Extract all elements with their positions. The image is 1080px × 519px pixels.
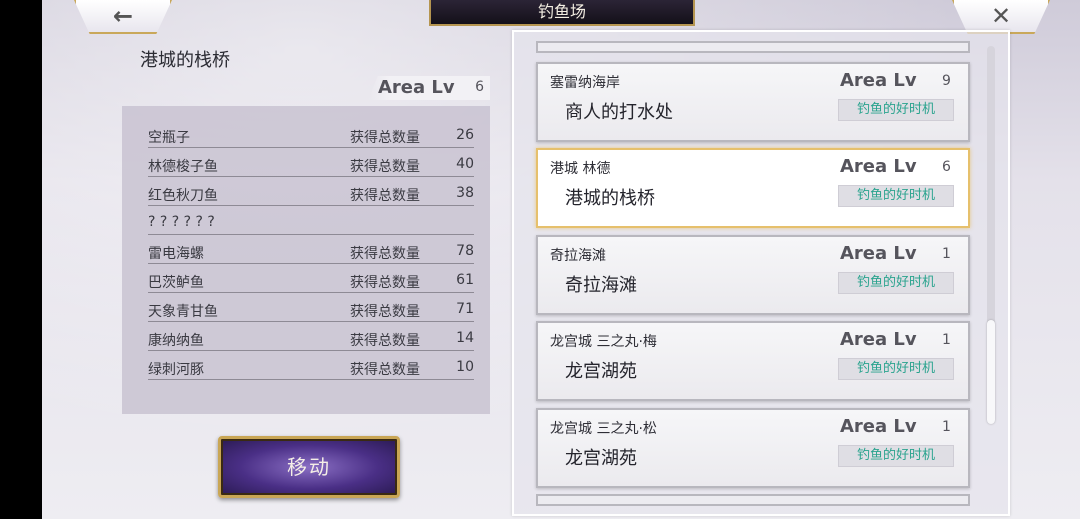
fish-count: 14 <box>456 330 474 346</box>
fish-name: 康纳纳鱼 <box>148 333 204 349</box>
list-item-partial[interactable] <box>536 494 970 506</box>
fishing-spot-card[interactable]: 龙宫城 三之丸·松 龙宫湖苑 Area Lv 1 钓鱼的好时机 <box>536 408 970 488</box>
fish-row: 雷电海螺 获得总数量 78 <box>148 239 474 264</box>
spot-area-lv: 6 <box>942 159 951 175</box>
good-time-badge: 钓鱼的好时机 <box>838 99 954 121</box>
fishing-spot-card-selected[interactable]: 港城 林德 港城的栈桥 Area Lv 6 钓鱼的好时机 <box>536 148 970 228</box>
fish-name: 巴茨鲈鱼 <box>148 275 204 291</box>
fish-row: 红色秋刀鱼 获得总数量 38 <box>148 181 474 206</box>
fishing-spot-card[interactable]: 龙宫城 三之丸·梅 龙宫湖苑 Area Lv 1 钓鱼的好时机 <box>536 321 970 401</box>
fish-name: 空瓶子 <box>148 130 190 146</box>
close-button[interactable]: ✕ <box>952 0 1050 34</box>
spot-place: 商人的打水处 <box>565 102 673 123</box>
fish-list-panel: 空瓶子 获得总数量 26 林德梭子鱼 获得总数量 40 红色秋刀鱼 获得总数量 … <box>122 106 490 414</box>
fish-name: 林德梭子鱼 <box>148 159 218 175</box>
spot-area-lv: 9 <box>942 73 951 89</box>
spot-place: 龙宫湖苑 <box>565 361 637 382</box>
fishing-spot-card[interactable]: 塞雷纳海岸 商人的打水处 Area Lv 9 钓鱼的好时机 <box>536 62 970 142</box>
move-button[interactable]: 移动 <box>218 436 400 498</box>
spot-area-lv: 1 <box>942 419 951 435</box>
good-time-badge: 钓鱼的好时机 <box>838 185 954 207</box>
area-lv-value: 6 <box>475 79 484 95</box>
fish-name: 天象青甘鱼 <box>148 304 218 320</box>
fish-count: 61 <box>456 272 474 288</box>
spot-place: 港城的栈桥 <box>565 188 655 209</box>
fish-row: 绿刺河豚 获得总数量 10 <box>148 355 474 380</box>
fish-count: 10 <box>456 359 474 375</box>
fish-name: 红色秋刀鱼 <box>148 188 218 204</box>
good-time-badge: 钓鱼的好时机 <box>838 358 954 380</box>
fish-row: 林德梭子鱼 获得总数量 40 <box>148 152 474 177</box>
fish-row: 康纳纳鱼 获得总数量 14 <box>148 326 474 351</box>
fish-count-label: 获得总数量 <box>350 304 420 320</box>
spot-area-lv-label: Area Lv <box>840 416 917 437</box>
fish-name: 绿刺河豚 <box>148 362 204 378</box>
fish-count-label: 获得总数量 <box>350 246 420 262</box>
spot-place: 龙宫湖苑 <box>565 448 637 469</box>
fish-count: 26 <box>456 127 474 143</box>
back-arrow-icon: ← <box>112 2 134 30</box>
fish-count-label: 获得总数量 <box>350 275 420 291</box>
good-time-badge: 钓鱼的好时机 <box>838 445 954 467</box>
area-lv-label: Area Lv <box>378 77 455 98</box>
spot-area-lv-label: Area Lv <box>840 70 917 91</box>
spot-region: 港城 林德 <box>550 161 611 177</box>
fish-count: 38 <box>456 185 474 201</box>
fish-count-label: 获得总数量 <box>350 362 420 378</box>
spot-region: 龙宫城 三之丸·松 <box>550 421 657 437</box>
page-title: 钓鱼场 <box>429 0 695 26</box>
fish-count: 40 <box>456 156 474 172</box>
fish-row: 空瓶子 获得总数量 26 <box>148 123 474 148</box>
spot-region: 龙宫城 三之丸·梅 <box>550 334 657 350</box>
fish-row: 天象青甘鱼 获得总数量 71 <box>148 297 474 322</box>
back-button[interactable]: ← <box>74 0 172 34</box>
fish-count-label: 获得总数量 <box>350 333 420 349</box>
spot-area-lv-label: Area Lv <box>840 243 917 264</box>
spot-area-lv: 1 <box>942 332 951 348</box>
fish-name: ? ? ? ? ? ? <box>148 214 215 230</box>
area-level-tag: Area Lv 6 <box>368 76 490 100</box>
spot-area-lv-label: Area Lv <box>840 156 917 177</box>
spot-area-lv: 1 <box>942 246 951 262</box>
spot-region: 奇拉海滩 <box>550 248 606 264</box>
fishing-spot-card[interactable]: 奇拉海滩 奇拉海滩 Area Lv 1 钓鱼的好时机 <box>536 235 970 315</box>
fish-count-label: 获得总数量 <box>350 188 420 204</box>
fish-name: 雷电海螺 <box>148 246 204 262</box>
fish-count-label: 获得总数量 <box>350 130 420 146</box>
fish-count: 71 <box>456 301 474 317</box>
location-title: 港城的栈桥 <box>140 50 230 71</box>
good-time-badge: 钓鱼的好时机 <box>838 272 954 294</box>
close-icon: ✕ <box>990 2 1012 30</box>
game-screen: ← 钓鱼场 ✕ 港城的栈桥 Area Lv 6 空瓶子 获得总数量 26 林德梭… <box>42 0 1080 519</box>
spot-area-lv-label: Area Lv <box>840 329 917 350</box>
fish-row: 巴茨鲈鱼 获得总数量 61 <box>148 268 474 293</box>
fish-count: 78 <box>456 243 474 259</box>
scrollbar-thumb[interactable] <box>987 320 995 424</box>
fish-row: ? ? ? ? ? ? <box>148 210 474 235</box>
spot-region: 塞雷纳海岸 <box>550 75 620 91</box>
spot-place: 奇拉海滩 <box>565 275 637 296</box>
list-item-partial[interactable] <box>536 41 970 53</box>
fish-count-label: 获得总数量 <box>350 159 420 175</box>
